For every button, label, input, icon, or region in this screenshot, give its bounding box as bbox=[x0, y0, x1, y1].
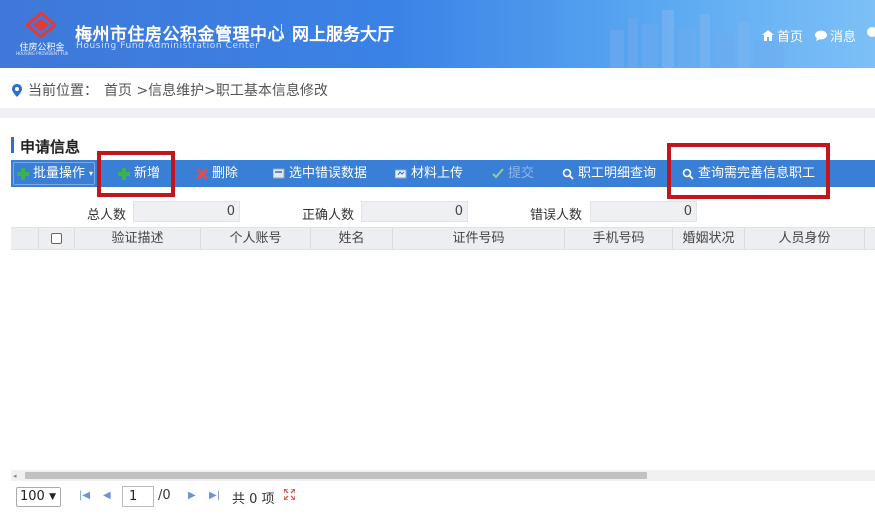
section-divider bbox=[0, 108, 875, 118]
breadcrumb: 当前位置： 首页 >信息维护>职工基本信息修改 bbox=[12, 80, 328, 100]
data-select-icon bbox=[273, 168, 285, 178]
previous-page-icon[interactable]: ◀ bbox=[103, 490, 111, 501]
column-header-id-number[interactable]: 证件号码 bbox=[393, 228, 565, 249]
logo-subtext: HOUSING PROVIDENT FUND bbox=[16, 51, 68, 56]
batch-operation-label: 批量操作 bbox=[33, 166, 86, 181]
logo[interactable]: 住房公积金 HOUSING PROVIDENT FUND bbox=[16, 10, 68, 56]
page-size-value: 100 bbox=[20, 489, 45, 504]
next-page-icon[interactable]: ▶ bbox=[188, 490, 196, 501]
select-all-checkbox[interactable] bbox=[51, 233, 62, 244]
delete-button-label: 删除 bbox=[212, 166, 239, 181]
chevron-down-icon: ▾ bbox=[89, 169, 94, 178]
submit-label: 提交 bbox=[508, 166, 535, 181]
upload-materials-button[interactable]: 材料上传 bbox=[395, 160, 463, 187]
column-header-identity[interactable]: 人员身份 bbox=[745, 228, 865, 249]
first-page-icon[interactable]: |◀ bbox=[79, 490, 90, 501]
nav-home-label: 首页 bbox=[777, 30, 804, 45]
chevron-down-icon: ▼ bbox=[49, 492, 56, 502]
total-count-label: 总人数 bbox=[87, 208, 127, 223]
section-title: 申请信息 bbox=[20, 138, 81, 156]
fullscreen-icon[interactable] bbox=[284, 489, 295, 500]
org-title-english: Housing Fund Administration Center bbox=[76, 41, 260, 51]
column-header-phone[interactable]: 手机号码 bbox=[565, 228, 673, 249]
select-all-header bbox=[39, 228, 75, 249]
nav-messages-link[interactable]: 消息 bbox=[815, 26, 856, 45]
location-pin-icon bbox=[12, 83, 22, 97]
table-header: 验证描述 个人账号 姓名 证件号码 手机号码 婚姻状况 人员身份 bbox=[11, 227, 875, 250]
correct-count-value: 0 bbox=[361, 201, 468, 222]
title-divider bbox=[281, 24, 282, 40]
select-errors-button[interactable]: 选中错误数据 bbox=[273, 160, 367, 187]
nav-messages-label: 消息 bbox=[830, 30, 857, 45]
section-title-marker bbox=[11, 137, 14, 153]
home-icon bbox=[762, 30, 774, 41]
checkmark-icon bbox=[492, 167, 504, 178]
highlight-box-query bbox=[667, 143, 830, 199]
total-items: 共 0 项 bbox=[232, 492, 275, 507]
delete-icon bbox=[196, 167, 208, 180]
employee-detail-query-button[interactable]: 职工明细查询 bbox=[562, 160, 656, 187]
search-icon bbox=[562, 168, 574, 180]
submit-button[interactable]: 提交 bbox=[492, 160, 534, 187]
add-icon bbox=[17, 167, 29, 180]
page-number-input[interactable]: 1 bbox=[122, 486, 154, 507]
nav-home-link[interactable]: 首页 bbox=[762, 26, 803, 45]
app-header: 住房公积金 HOUSING PROVIDENT FUND 梅州市住房公积金管理中… bbox=[0, 0, 875, 68]
total-pages: /0 bbox=[158, 488, 171, 503]
scrollbar-thumb[interactable] bbox=[25, 472, 647, 479]
correct-count-label: 正确人数 bbox=[302, 208, 355, 223]
scroll-left-arrow-icon[interactable]: ◂ bbox=[13, 472, 17, 480]
horizontal-scrollbar[interactable]: ◂ bbox=[11, 470, 875, 481]
row-number-header bbox=[11, 228, 39, 249]
batch-operation-menu[interactable]: 批量操作 ▾ bbox=[17, 160, 93, 187]
breadcrumb-path[interactable]: 首页 >信息维护>职工基本信息修改 bbox=[104, 80, 328, 100]
total-count-value: 0 bbox=[133, 201, 240, 222]
delete-button[interactable]: 删除 bbox=[196, 160, 238, 187]
last-page-icon[interactable]: ▶| bbox=[209, 490, 220, 501]
upload-icon bbox=[395, 169, 407, 178]
chat-bubble-icon bbox=[815, 30, 827, 41]
column-header-name[interactable]: 姓名 bbox=[311, 228, 393, 249]
select-errors-label: 选中错误数据 bbox=[289, 166, 368, 181]
upload-materials-label: 材料上传 bbox=[411, 166, 464, 181]
column-header-marital-status[interactable]: 婚姻状况 bbox=[673, 228, 745, 249]
error-count-label: 错误人数 bbox=[530, 208, 583, 223]
error-count-value: 0 bbox=[590, 201, 697, 222]
breadcrumb-label: 当前位置： bbox=[28, 83, 98, 99]
page-size-select[interactable]: 100 ▼ bbox=[16, 487, 61, 507]
settings-icon[interactable] bbox=[867, 27, 875, 37]
table-body bbox=[11, 250, 875, 468]
highlight-box-add bbox=[97, 151, 175, 197]
column-header-account[interactable]: 个人账号 bbox=[201, 228, 311, 249]
employee-detail-query-label: 职工明细查询 bbox=[578, 166, 657, 181]
logo-emblem-icon bbox=[26, 12, 56, 38]
service-hall-title: 网上服务大厅 bbox=[292, 25, 394, 45]
column-header-validation[interactable]: 验证描述 bbox=[75, 228, 201, 249]
